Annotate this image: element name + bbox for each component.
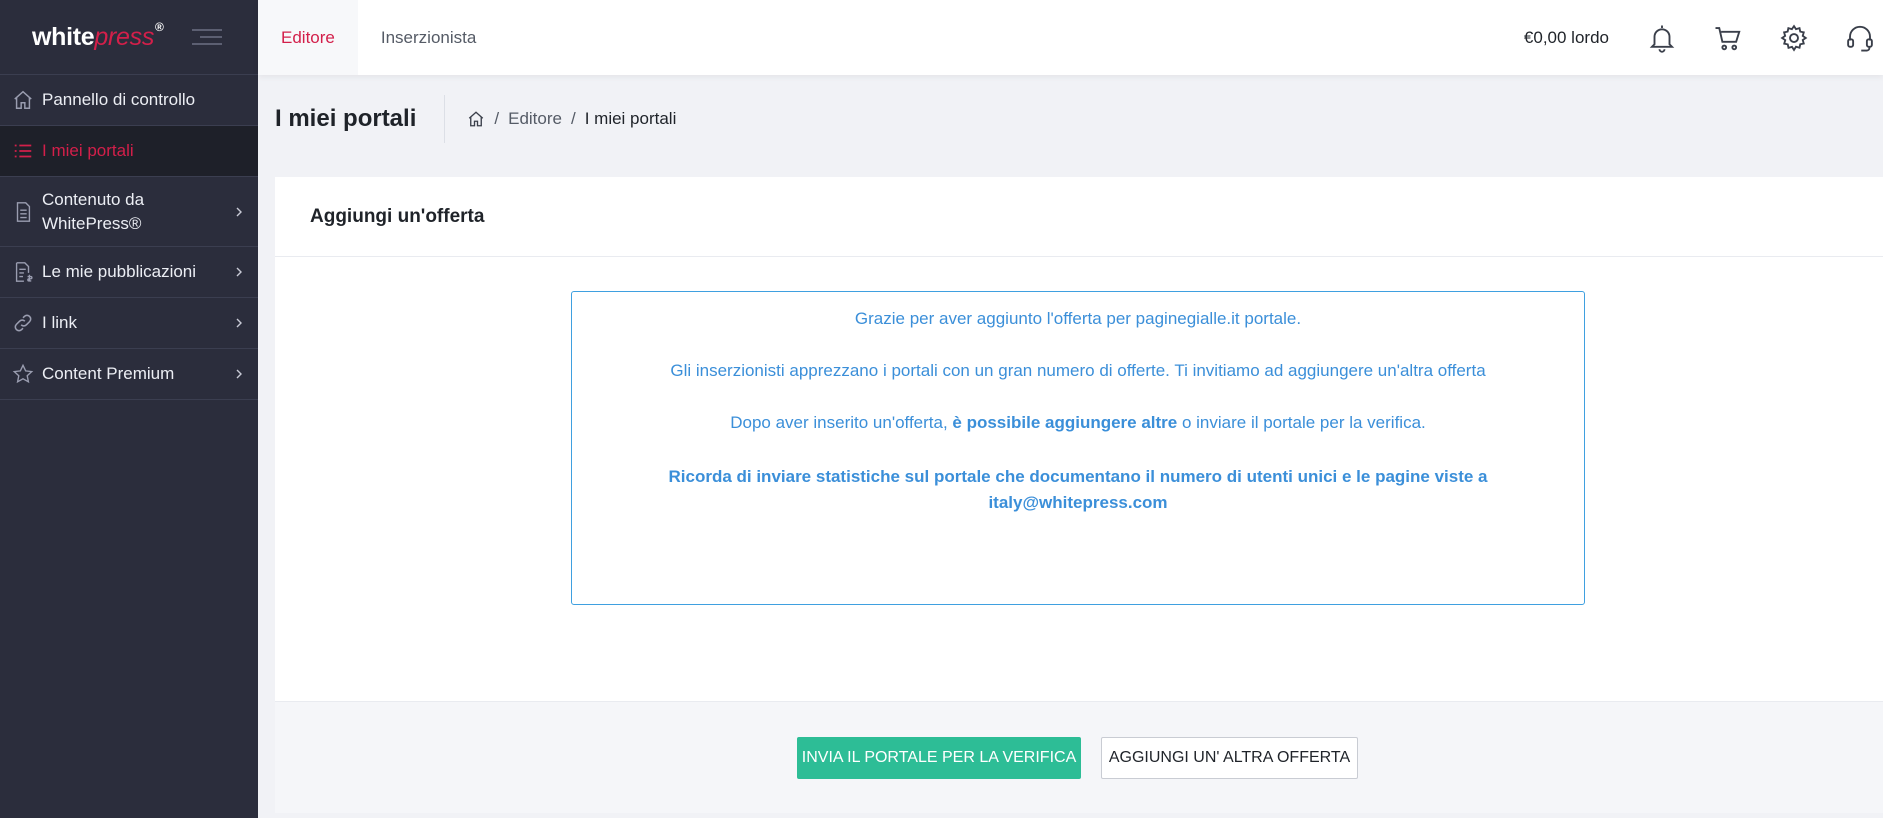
- balance-amount[interactable]: €0,00 lordo: [1524, 28, 1609, 48]
- topbar-actions: €0,00 lordo: [1524, 0, 1883, 75]
- submit-portal-button[interactable]: INVIA IL PORTALE PER LA VERIFICA: [797, 737, 1081, 779]
- chevron-right-icon: [236, 207, 242, 216]
- page-title: I miei portali: [275, 95, 446, 143]
- card-title: Aggiungi un'offerta: [275, 177, 1883, 257]
- sidebar-item-dashboard[interactable]: Pannello di controllo: [0, 75, 258, 126]
- page-header: I miei portali / Editore / I miei portal…: [258, 75, 1883, 163]
- sidebar-item-links[interactable]: I link: [0, 298, 258, 349]
- headset-support-icon[interactable]: [1845, 23, 1875, 53]
- sidebar-item-my-publications[interactable]: Le mie pubblicazioni: [0, 247, 258, 298]
- sidebar-item-whitepress-content[interactable]: Contenuto da WhitePress®: [0, 177, 258, 247]
- sidebar-item-label: I link: [42, 313, 77, 332]
- logo-bar: whitepress®: [0, 0, 258, 75]
- breadcrumb-separator: /: [494, 109, 500, 128]
- breadcrumb-current: I miei portali: [584, 109, 677, 128]
- whitepress-logo[interactable]: whitepress®: [32, 20, 164, 52]
- cart-icon[interactable]: [1713, 23, 1743, 53]
- chevron-right-icon: [236, 369, 242, 379]
- document-icon: [16, 201, 31, 222]
- tab-inserzionista[interactable]: Inserzionista: [358, 0, 499, 75]
- sidebar-item-label: I miei portali: [42, 141, 134, 160]
- invoice-icon: [15, 262, 33, 282]
- sidebar-item-label: Content Premium: [42, 364, 175, 383]
- sidebar: whitepress® Pannello di controllo I miei…: [0, 0, 258, 818]
- bell-icon[interactable]: [1647, 23, 1677, 53]
- info-message-box: Grazie per aver aggiunto l'offerta per p…: [571, 291, 1585, 605]
- logo-white: white: [32, 22, 95, 51]
- star-icon: [12, 363, 34, 384]
- card-footer: INVIA IL PORTALE PER LA VERIFICA AGGIUNG…: [275, 701, 1883, 813]
- message-thanks: Grazie per aver aggiunto l'offerta per p…: [854, 309, 1302, 328]
- gear-icon[interactable]: [1779, 23, 1809, 53]
- sidebar-item-content-premium[interactable]: Content Premium: [0, 349, 258, 400]
- sidebar-item-label: Contenuto da WhitePress®: [42, 189, 145, 233]
- support-email: italy@whitepress.com: [988, 493, 1168, 512]
- topbar: Editore Inserzionista €0,00 lordo: [258, 0, 1883, 75]
- chevron-right-icon: [236, 318, 242, 328]
- sidebar-item-label: Le mie pubblicazioni: [42, 262, 197, 281]
- home-icon: [14, 90, 32, 109]
- breadcrumb-editore[interactable]: Editore: [508, 109, 562, 129]
- chevron-right-icon: [236, 267, 242, 277]
- add-offer-card: Aggiungi un'offerta Grazie per aver aggi…: [275, 177, 1883, 813]
- home-icon[interactable]: [467, 110, 485, 128]
- list-icon: [14, 144, 32, 158]
- logo-press: press: [94, 22, 155, 51]
- message-statistics: Ricorda di inviare statistiche sul porta…: [572, 464, 1584, 516]
- logo-mark: ®: [155, 20, 164, 35]
- link-icon: [14, 314, 32, 332]
- breadcrumb-separator: /: [570, 109, 576, 128]
- tab-editore[interactable]: Editore: [258, 0, 358, 75]
- message-advertisers: Gli inserzionisti apprezzano i portali c…: [670, 361, 1486, 380]
- message-next-steps: Dopo aver inserito un'offerta, è possibi…: [730, 413, 1426, 432]
- sidebar-item-label: Pannello di controllo: [42, 90, 196, 109]
- breadcrumb: / Editore / I miei portali: [467, 109, 676, 129]
- sidebar-item-my-portals[interactable]: I miei portali: [0, 126, 258, 177]
- add-another-offer-button[interactable]: AGGIUNGI UN' ALTRA OFFERTA: [1101, 737, 1358, 779]
- menu-toggle-icon[interactable]: [191, 24, 222, 50]
